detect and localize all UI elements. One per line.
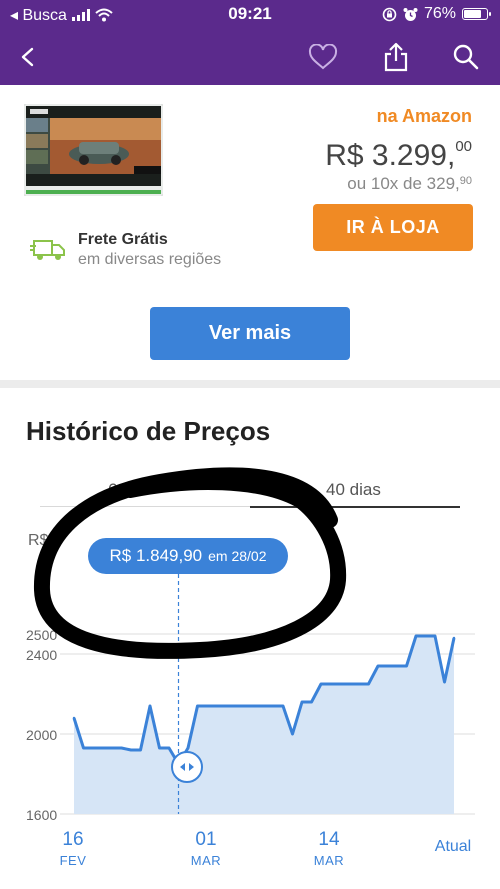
price-point [196,704,199,708]
x-tick-month: MAR [190,853,222,868]
status-right: 76% [382,5,491,23]
y-tick-label: 1600 [26,807,57,823]
y-tick-label: 2400 [26,647,57,663]
price-tooltip: R$ 1.849,90 em 28/02 [88,538,288,574]
product-image[interactable] [24,104,163,196]
price-point [139,748,142,752]
price-point [310,700,313,704]
price-point [329,682,332,686]
x-tick-day: 01 [195,829,217,850]
price-point [110,746,114,750]
price-point [101,746,104,750]
price-point [367,682,370,686]
store-name: na Amazon [376,106,472,126]
chart-drag-handle[interactable] [171,751,203,783]
price-point [433,634,437,638]
price-point [338,682,342,686]
price-point [234,704,237,708]
battery-percent: 76% [423,5,456,22]
price-point [82,746,85,750]
x-tick-label: 14 MAR [299,829,359,868]
price-point [186,746,190,750]
price-point [300,700,304,704]
price-point [386,664,389,668]
search-icon[interactable] [446,37,486,77]
tab-active-indicator [250,506,460,508]
product-price: R$ 3.299,00 [325,138,472,173]
price-point [376,664,380,668]
tooltip-value: R$ 1.849,90 [109,546,203,565]
go-to-store-button[interactable]: IR À LOJA [313,204,473,251]
x-tick-month: MAR [313,853,345,868]
x-tick-label: 01 MAR [176,829,236,868]
y-tick-label: 2500 [26,627,57,643]
nav-bar [0,28,500,85]
tab-40-days[interactable]: 40 dias [326,480,381,500]
x-tick-month: FEV [59,853,87,868]
heart-icon[interactable] [303,37,343,77]
price-point [253,704,256,708]
price-point [243,704,247,708]
installments-cents: 90 [459,175,472,187]
rotation-lock-icon [382,7,397,21]
tab-period-short[interactable]: 6 [108,480,117,500]
installments-text: ou 10x de 329, [347,174,460,193]
price-point [224,704,228,708]
installments: ou 10x de 329,90 [347,174,472,194]
price-point [167,746,171,750]
y-tick-label: 2000 [26,727,57,743]
back-arrow-icon[interactable] [8,37,48,77]
shipping-subtitle: em diversas regiões [78,251,222,268]
truck-icon [30,240,65,260]
price-point [405,664,408,668]
status-bar: ◂ Busca 09:21 76% [0,0,500,28]
price-main: R$ 3.299, [325,139,456,172]
price-point [348,682,351,686]
x-tick-current[interactable]: Atual [423,838,483,856]
price-point [414,634,418,638]
price-area [74,636,454,814]
price-point [281,704,285,708]
price-point [148,704,152,708]
price-point [443,680,446,684]
price-point [120,746,123,750]
battery-icon [462,8,491,20]
alarm-icon [403,7,418,21]
tooltip-date: em 28/02 [208,548,267,564]
price-history-title: Histórico de Preços [26,416,271,446]
price-point [291,732,294,736]
price-point [452,636,456,640]
product-image-art [24,104,163,196]
price-point [272,704,275,708]
x-tick-day: 14 [318,829,340,850]
share-icon[interactable] [376,37,416,77]
section-divider [0,380,500,388]
price-point [158,746,161,750]
price-point [357,682,361,686]
price-point [395,664,399,668]
price-point [424,634,427,638]
x-tick-label: 16 FEV [43,829,103,868]
price-point [319,682,323,686]
price-point [72,716,76,720]
price-point [205,704,209,708]
price-point [215,704,218,708]
price-point [262,704,266,708]
shipping-title: Frete Grátis [78,231,168,248]
drag-arrows-icon [180,763,194,771]
price-point [91,746,95,750]
see-more-button[interactable]: Ver mais [150,307,350,360]
x-tick-day: 16 [62,829,84,850]
price-cents: 00 [455,138,472,155]
price-point [129,748,133,752]
